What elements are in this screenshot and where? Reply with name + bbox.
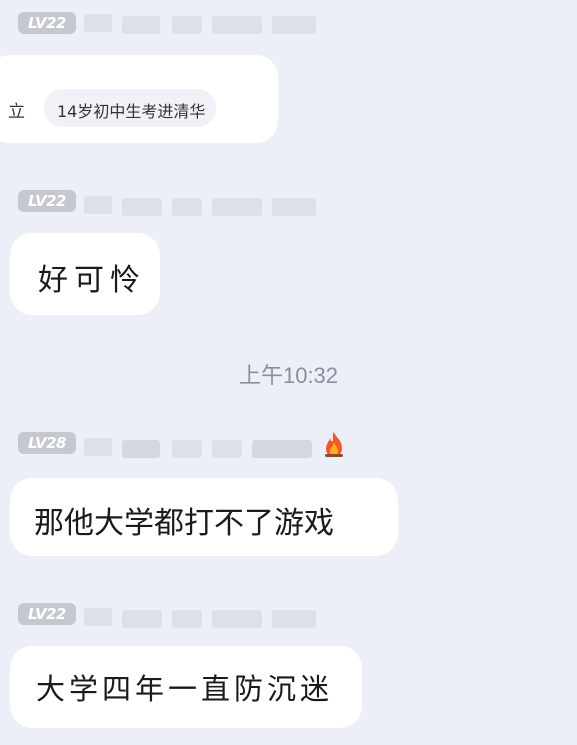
message-text: 好可怜 [38,263,146,298]
username-blurred [172,198,202,216]
username-blurred [212,610,262,628]
timestamp: 上午10:32 [238,363,339,388]
message-bubble[interactable]: 立 14岁初中生考进清华 [0,55,278,143]
username-blurred [172,16,202,34]
message-text: 14岁初中生考进清华 [57,102,206,121]
message-bubble[interactable]: 好可怜 [10,233,160,315]
username-blurred [272,610,316,628]
username-blurred [84,438,112,456]
message-bubble[interactable]: 那他大学都打不了游戏 [10,478,398,556]
username-blurred [122,440,160,458]
message-text: 那他大学都打不了游戏 [34,506,334,541]
level-badge: LV22 [18,12,76,34]
username-blurred [84,608,112,626]
username-blurred [172,440,202,458]
message-bubble[interactable]: 大学四年一直防沉迷 [10,646,362,728]
level-badge: LV22 [18,603,76,625]
level-badge: LV22 [18,190,76,212]
username-blurred [84,196,112,214]
message-text: 大学四年一直防沉迷 [36,672,334,706]
username-blurred [122,16,160,34]
username-blurred [84,14,112,32]
username-blurred [272,16,316,34]
username-blurred [122,198,162,216]
level-badge: LV28 [18,432,76,454]
username-blurred [212,16,262,34]
username-blurred [272,198,316,216]
username-blurred [122,610,162,628]
quoted-topic-chip[interactable]: 14岁初中生考进清华 [44,89,216,127]
username-blurred [212,440,242,458]
username-blurred [212,198,262,216]
username-blurred [252,440,312,458]
message-text-cut: 立 [8,102,25,122]
fire-icon [325,432,343,457]
username-blurred [172,610,202,628]
